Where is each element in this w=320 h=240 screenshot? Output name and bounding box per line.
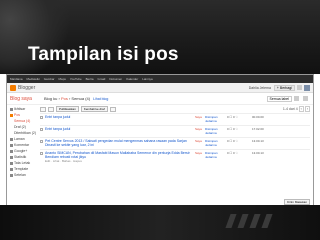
- next-page-icon[interactable]: ›: [304, 106, 310, 112]
- label-filter-select[interactable]: Semua label: [266, 95, 292, 102]
- breadcrumb: Blog ku › Pos › Semua (4): [44, 96, 90, 101]
- comments-icon: [10, 143, 13, 147]
- delete-icon[interactable]: [109, 106, 116, 112]
- post-status: Disimpan Jedarma: [205, 127, 218, 135]
- sidebar-item-settings[interactable]: Setelan: [10, 172, 40, 178]
- gbar-item[interactable]: YouTube: [70, 77, 82, 81]
- browser-window: Mardiana Mediawiki Gambar Maps YouTube B…: [6, 74, 314, 208]
- blogger-header: Blogger Dahlia Jelema + Berbagi: [7, 83, 313, 93]
- label-icon[interactable]: [48, 106, 54, 112]
- post-stats: 0 ☐ 0 ♡: [227, 127, 239, 131]
- revert-draft-button[interactable]: Kembali ke draf: [80, 106, 108, 112]
- post-author: Saya: [195, 139, 202, 143]
- post-author: Saya: [195, 151, 202, 155]
- gbar-item[interactable]: Maps: [59, 77, 66, 81]
- post-row[interactable]: Entri tanpa judul Saya Disimpan Jedarma …: [40, 113, 310, 125]
- gbar-item[interactable]: Mediawiki: [27, 77, 40, 81]
- template-icon: [10, 167, 13, 171]
- post-stats: 0 ☐ 0 ♡: [227, 139, 239, 143]
- post-date: 17.02.00: [252, 127, 264, 131]
- pages-icon: [10, 137, 13, 141]
- share-button[interactable]: + Berbagi: [273, 84, 295, 91]
- publish-button[interactable]: Publikasikan: [56, 106, 79, 112]
- post-date: 13.00.13: [252, 139, 264, 143]
- search-icon[interactable]: [294, 96, 299, 101]
- post-date: 13.00.13: [252, 151, 264, 155]
- gear-icon[interactable]: [303, 96, 308, 101]
- post-title[interactable]: Entri tanpa judul: [45, 127, 195, 131]
- slide-footer-background: [0, 205, 320, 240]
- select-all-checkbox[interactable]: [40, 106, 46, 112]
- posts-icon: [10, 113, 13, 117]
- toolbar: Publikasikan Kembali ke draf 1-4 dari 4 …: [40, 105, 310, 113]
- settings-icon: [10, 173, 13, 177]
- user-name[interactable]: Dahlia Jelema: [249, 86, 271, 90]
- gbar-item[interactable]: Gmail: [98, 77, 106, 81]
- post-status: Disimpan Jedarma: [205, 115, 218, 123]
- post-status: Disimpan Jedarma: [205, 139, 218, 147]
- post-title[interactable]: Ananto SIMCAN, Perubahan dil Masfabi Mas…: [45, 151, 195, 163]
- title-bar: Blog saya Blog ku › Pos › Semua (4) Liha…: [7, 93, 313, 105]
- slide-title: Tampilan isi pos: [28, 44, 179, 65]
- section-title[interactable]: Blog saya: [10, 96, 44, 102]
- google-bar: Mardiana Mediawiki Gambar Maps YouTube B…: [7, 75, 313, 83]
- post-checkbox[interactable]: [40, 140, 43, 143]
- post-checkbox[interactable]: [40, 152, 43, 155]
- googleplus-icon: [10, 149, 13, 153]
- breadcrumb-sep: ›: [58, 96, 60, 101]
- blogger-logo-icon[interactable]: [10, 84, 16, 91]
- post-row[interactable]: Ananto SIMCAN, Perubahan dil Masfabi Mas…: [40, 149, 310, 163]
- post-status: Disimpan Jedarma: [205, 151, 218, 159]
- post-row[interactable]: Entri tanpa judul Saya Disimpan Jedarma …: [40, 125, 310, 137]
- breadcrumb-filter: › Semua (4): [68, 96, 91, 101]
- pagination: 1-4 dari 4 ‹ ›: [283, 106, 310, 112]
- post-list: Publikasikan Kembali ke draf 1-4 dari 4 …: [40, 105, 313, 178]
- post-author: Saya: [195, 127, 202, 131]
- gbar-item[interactable]: Kalender: [126, 77, 138, 81]
- post-checkbox[interactable]: [40, 128, 43, 131]
- post-actions[interactable]: Edit · Lihat · Bahas · Hapus: [45, 159, 82, 163]
- post-row[interactable]: Pet Centre Servus 2013 / Saksati pengeda…: [40, 137, 310, 149]
- gbar-item[interactable]: Mardiana: [10, 77, 23, 81]
- notification-icon[interactable]: [297, 85, 302, 90]
- prev-page-icon[interactable]: ‹: [298, 106, 304, 112]
- gbar-item[interactable]: Gambar: [44, 77, 55, 81]
- post-author: Saya: [195, 115, 202, 119]
- layout-icon: [10, 161, 13, 165]
- page-info: 1-4 dari 4: [282, 107, 298, 111]
- sidebar: Ikhtisar Pos Semua (4) Draf (2) Diterbit…: [7, 105, 40, 178]
- post-title[interactable]: Entri tanpa judul: [45, 115, 195, 119]
- post-checkbox[interactable]: [40, 116, 43, 119]
- stats-icon: [10, 155, 13, 159]
- post-title[interactable]: Pet Centre Servus 2013 / Saksati pengeda…: [45, 139, 195, 147]
- app-name[interactable]: Blogger: [18, 85, 35, 91]
- post-stats: 0 ☐ 0 ♡: [227, 151, 239, 155]
- breadcrumb-page: Pos: [60, 96, 68, 101]
- avatar[interactable]: [304, 84, 310, 91]
- overview-icon: [10, 107, 13, 111]
- view-blog-link[interactable]: Lihat blog: [93, 97, 108, 101]
- gbar-item[interactable]: Berita: [86, 77, 94, 81]
- post-date: 00.00.00: [252, 115, 264, 119]
- gbar-item[interactable]: Lainnya: [142, 77, 153, 81]
- post-stats: 0 ☐ 0 ♡: [227, 115, 239, 119]
- breadcrumb-blog[interactable]: Blog ku: [44, 96, 57, 101]
- gbar-item[interactable]: Dokumen: [109, 77, 122, 81]
